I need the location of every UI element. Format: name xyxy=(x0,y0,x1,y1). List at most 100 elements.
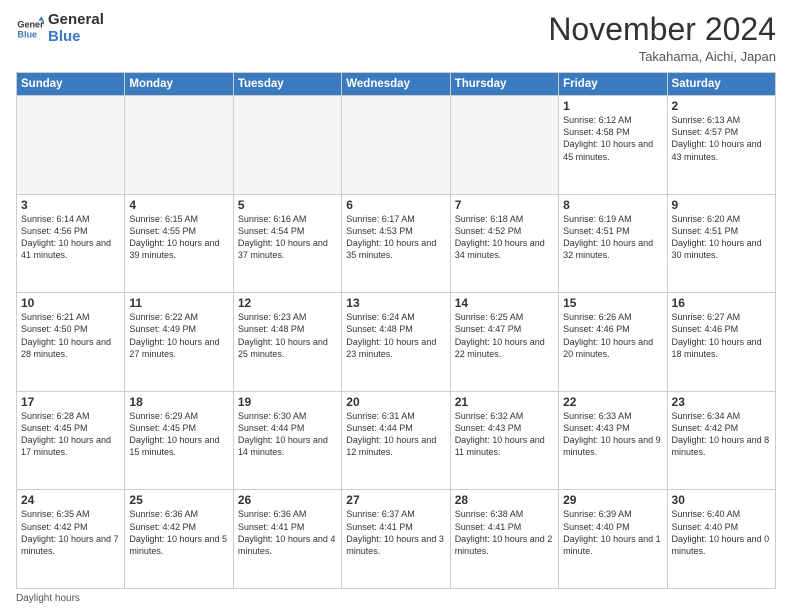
calendar-cell: 19Sunrise: 6:30 AM Sunset: 4:44 PM Dayli… xyxy=(233,391,341,490)
day-number: 19 xyxy=(238,395,337,409)
day-info: Sunrise: 6:31 AM Sunset: 4:44 PM Dayligh… xyxy=(346,410,445,459)
day-number: 14 xyxy=(455,296,554,310)
day-number: 30 xyxy=(672,493,771,507)
day-number: 3 xyxy=(21,198,120,212)
day-number: 8 xyxy=(563,198,662,212)
day-number: 23 xyxy=(672,395,771,409)
calendar-cell xyxy=(125,96,233,195)
day-number: 21 xyxy=(455,395,554,409)
calendar-cell: 13Sunrise: 6:24 AM Sunset: 4:48 PM Dayli… xyxy=(342,293,450,392)
svg-text:General: General xyxy=(17,19,44,29)
day-number: 17 xyxy=(21,395,120,409)
day-info: Sunrise: 6:16 AM Sunset: 4:54 PM Dayligh… xyxy=(238,213,337,262)
calendar-cell: 17Sunrise: 6:28 AM Sunset: 4:45 PM Dayli… xyxy=(17,391,125,490)
month-title: November 2024 xyxy=(548,12,776,47)
col-header-saturday: Saturday xyxy=(667,73,775,96)
calendar-cell: 30Sunrise: 6:40 AM Sunset: 4:40 PM Dayli… xyxy=(667,490,775,589)
calendar-cell: 26Sunrise: 6:36 AM Sunset: 4:41 PM Dayli… xyxy=(233,490,341,589)
day-info: Sunrise: 6:15 AM Sunset: 4:55 PM Dayligh… xyxy=(129,213,228,262)
day-info: Sunrise: 6:30 AM Sunset: 4:44 PM Dayligh… xyxy=(238,410,337,459)
calendar-week-1: 3Sunrise: 6:14 AM Sunset: 4:56 PM Daylig… xyxy=(17,194,776,293)
day-number: 2 xyxy=(672,99,771,113)
day-number: 28 xyxy=(455,493,554,507)
day-info: Sunrise: 6:32 AM Sunset: 4:43 PM Dayligh… xyxy=(455,410,554,459)
header: General Blue General Blue November 2024 … xyxy=(16,12,776,64)
calendar-cell xyxy=(233,96,341,195)
day-info: Sunrise: 6:25 AM Sunset: 4:47 PM Dayligh… xyxy=(455,311,554,360)
calendar-cell: 8Sunrise: 6:19 AM Sunset: 4:51 PM Daylig… xyxy=(559,194,667,293)
calendar-cell: 14Sunrise: 6:25 AM Sunset: 4:47 PM Dayli… xyxy=(450,293,558,392)
day-info: Sunrise: 6:29 AM Sunset: 4:45 PM Dayligh… xyxy=(129,410,228,459)
svg-text:Blue: Blue xyxy=(17,29,37,39)
day-number: 9 xyxy=(672,198,771,212)
calendar-cell: 28Sunrise: 6:38 AM Sunset: 4:41 PM Dayli… xyxy=(450,490,558,589)
day-info: Sunrise: 6:22 AM Sunset: 4:49 PM Dayligh… xyxy=(129,311,228,360)
calendar-cell: 15Sunrise: 6:26 AM Sunset: 4:46 PM Dayli… xyxy=(559,293,667,392)
calendar-cell: 9Sunrise: 6:20 AM Sunset: 4:51 PM Daylig… xyxy=(667,194,775,293)
day-info: Sunrise: 6:23 AM Sunset: 4:48 PM Dayligh… xyxy=(238,311,337,360)
day-number: 13 xyxy=(346,296,445,310)
calendar-header-row: SundayMondayTuesdayWednesdayThursdayFrid… xyxy=(17,73,776,96)
calendar-cell: 16Sunrise: 6:27 AM Sunset: 4:46 PM Dayli… xyxy=(667,293,775,392)
calendar-cell: 25Sunrise: 6:36 AM Sunset: 4:42 PM Dayli… xyxy=(125,490,233,589)
logo: General Blue General Blue xyxy=(16,12,104,45)
day-info: Sunrise: 6:18 AM Sunset: 4:52 PM Dayligh… xyxy=(455,213,554,262)
calendar-week-4: 24Sunrise: 6:35 AM Sunset: 4:42 PM Dayli… xyxy=(17,490,776,589)
day-info: Sunrise: 6:27 AM Sunset: 4:46 PM Dayligh… xyxy=(672,311,771,360)
day-info: Sunrise: 6:19 AM Sunset: 4:51 PM Dayligh… xyxy=(563,213,662,262)
day-number: 12 xyxy=(238,296,337,310)
day-info: Sunrise: 6:38 AM Sunset: 4:41 PM Dayligh… xyxy=(455,508,554,557)
calendar: SundayMondayTuesdayWednesdayThursdayFrid… xyxy=(16,72,776,589)
calendar-cell xyxy=(17,96,125,195)
day-info: Sunrise: 6:37 AM Sunset: 4:41 PM Dayligh… xyxy=(346,508,445,557)
calendar-cell xyxy=(342,96,450,195)
col-header-tuesday: Tuesday xyxy=(233,73,341,96)
day-info: Sunrise: 6:33 AM Sunset: 4:43 PM Dayligh… xyxy=(563,410,662,459)
day-info: Sunrise: 6:34 AM Sunset: 4:42 PM Dayligh… xyxy=(672,410,771,459)
day-info: Sunrise: 6:21 AM Sunset: 4:50 PM Dayligh… xyxy=(21,311,120,360)
calendar-week-2: 10Sunrise: 6:21 AM Sunset: 4:50 PM Dayli… xyxy=(17,293,776,392)
logo-line2: Blue xyxy=(48,29,104,46)
location: Takahama, Aichi, Japan xyxy=(548,49,776,64)
calendar-cell: 6Sunrise: 6:17 AM Sunset: 4:53 PM Daylig… xyxy=(342,194,450,293)
page: General Blue General Blue November 2024 … xyxy=(0,0,792,612)
calendar-cell: 7Sunrise: 6:18 AM Sunset: 4:52 PM Daylig… xyxy=(450,194,558,293)
day-number: 16 xyxy=(672,296,771,310)
calendar-week-0: 1Sunrise: 6:12 AM Sunset: 4:58 PM Daylig… xyxy=(17,96,776,195)
day-info: Sunrise: 6:36 AM Sunset: 4:42 PM Dayligh… xyxy=(129,508,228,557)
calendar-cell: 27Sunrise: 6:37 AM Sunset: 4:41 PM Dayli… xyxy=(342,490,450,589)
day-info: Sunrise: 6:28 AM Sunset: 4:45 PM Dayligh… xyxy=(21,410,120,459)
logo-line1: General xyxy=(48,12,104,29)
day-number: 7 xyxy=(455,198,554,212)
day-info: Sunrise: 6:12 AM Sunset: 4:58 PM Dayligh… xyxy=(563,114,662,163)
calendar-cell: 2Sunrise: 6:13 AM Sunset: 4:57 PM Daylig… xyxy=(667,96,775,195)
day-number: 10 xyxy=(21,296,120,310)
calendar-cell: 29Sunrise: 6:39 AM Sunset: 4:40 PM Dayli… xyxy=(559,490,667,589)
day-info: Sunrise: 6:14 AM Sunset: 4:56 PM Dayligh… xyxy=(21,213,120,262)
col-header-sunday: Sunday xyxy=(17,73,125,96)
day-number: 20 xyxy=(346,395,445,409)
day-number: 1 xyxy=(563,99,662,113)
calendar-cell: 3Sunrise: 6:14 AM Sunset: 4:56 PM Daylig… xyxy=(17,194,125,293)
day-number: 5 xyxy=(238,198,337,212)
calendar-cell: 5Sunrise: 6:16 AM Sunset: 4:54 PM Daylig… xyxy=(233,194,341,293)
day-number: 27 xyxy=(346,493,445,507)
daylight-label: Daylight hours xyxy=(16,593,80,604)
col-header-wednesday: Wednesday xyxy=(342,73,450,96)
day-number: 11 xyxy=(129,296,228,310)
title-block: November 2024 Takahama, Aichi, Japan xyxy=(548,12,776,64)
calendar-cell: 23Sunrise: 6:34 AM Sunset: 4:42 PM Dayli… xyxy=(667,391,775,490)
col-header-thursday: Thursday xyxy=(450,73,558,96)
day-number: 15 xyxy=(563,296,662,310)
calendar-cell: 22Sunrise: 6:33 AM Sunset: 4:43 PM Dayli… xyxy=(559,391,667,490)
day-number: 4 xyxy=(129,198,228,212)
calendar-cell: 11Sunrise: 6:22 AM Sunset: 4:49 PM Dayli… xyxy=(125,293,233,392)
calendar-week-3: 17Sunrise: 6:28 AM Sunset: 4:45 PM Dayli… xyxy=(17,391,776,490)
day-number: 6 xyxy=(346,198,445,212)
col-header-monday: Monday xyxy=(125,73,233,96)
day-number: 29 xyxy=(563,493,662,507)
day-number: 25 xyxy=(129,493,228,507)
footer-note: Daylight hours xyxy=(16,593,776,604)
calendar-cell: 4Sunrise: 6:15 AM Sunset: 4:55 PM Daylig… xyxy=(125,194,233,293)
calendar-cell: 10Sunrise: 6:21 AM Sunset: 4:50 PM Dayli… xyxy=(17,293,125,392)
